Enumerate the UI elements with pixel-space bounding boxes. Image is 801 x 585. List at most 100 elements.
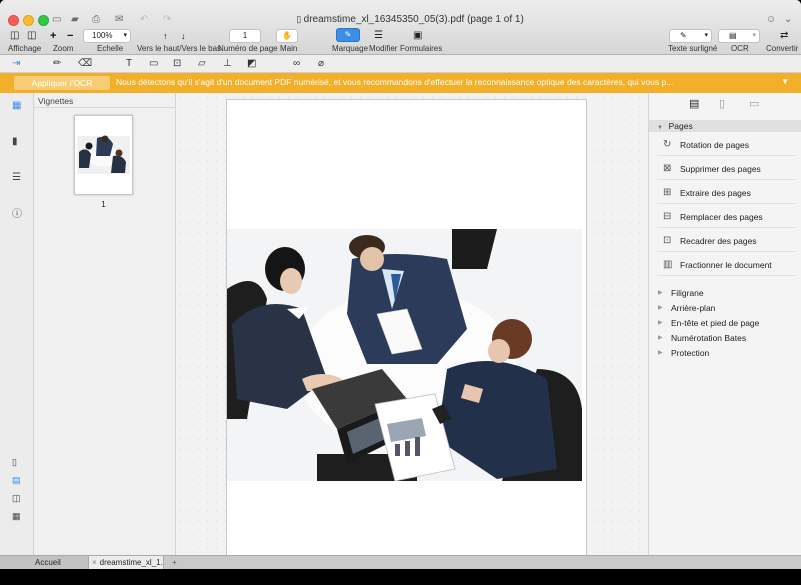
delete-pages-label: Supprimer des pages: [680, 164, 761, 174]
facing-continuous-icon[interactable]: ▦: [12, 510, 21, 522]
zoom-out-button[interactable]: −: [67, 30, 73, 42]
expand-icon[interactable]: ⌄: [784, 14, 792, 26]
tab-close-icon[interactable]: ×: [92, 558, 97, 567]
expand-triangle-icon: ▶: [658, 305, 663, 311]
document-tab-icon[interactable]: ▯: [719, 98, 725, 110]
watermark-section[interactable]: ▶ Filigrane: [657, 287, 704, 299]
tab-document[interactable]: × dreamstime_xl_1...: [88, 556, 164, 570]
text-box-icon[interactable]: ⊡: [173, 58, 181, 70]
tab-home[interactable]: Accueil: [0, 556, 88, 570]
close-window-button[interactable]: [8, 15, 19, 26]
hand-icon: ✋: [282, 31, 292, 40]
extract-pages-label: Extraire des pages: [680, 188, 751, 198]
extract-pages-button[interactable]: ⊞ Extraire des pages: [657, 182, 795, 204]
protection-section[interactable]: ▶ Protection: [657, 347, 709, 359]
replace-page-icon: ⊟: [663, 211, 672, 222]
facing-pages-icon[interactable]: ◫: [12, 492, 21, 504]
crop-pages-label: Recadrer des pages: [680, 236, 757, 246]
outline-list-icon[interactable]: ☰: [12, 172, 21, 184]
two-page-view-icon[interactable]: ◫: [27, 30, 36, 42]
split-document-label: Fractionner le document: [680, 260, 772, 270]
collapse-banner-icon[interactable]: ▼: [781, 77, 789, 86]
expand-triangle-icon: ▶: [658, 290, 663, 296]
apply-ocr-button[interactable]: Appliquer l'OCR: [14, 76, 110, 90]
rotate-pages-button[interactable]: ↻ Rotation de pages: [657, 134, 795, 156]
highlighter-icon: ✎: [680, 31, 687, 40]
header-footer-section[interactable]: ▶ En-tête et pied de page: [657, 317, 759, 329]
new-document-icon[interactable]: ▭: [52, 14, 61, 26]
ocr-button[interactable]: ▤ ▾: [718, 29, 760, 43]
chevron-down-icon: ▾: [752, 32, 756, 39]
expand-triangle-icon: ▶: [658, 335, 663, 341]
forms-icon[interactable]: ▣: [413, 30, 422, 42]
thumbnail-image: [75, 116, 132, 194]
link-icon[interactable]: ∞: [293, 58, 300, 70]
background-section[interactable]: ▶ Arrière-plan: [657, 302, 715, 314]
tab-document-label: dreamstime_xl_1...: [99, 558, 164, 567]
highlight-button[interactable]: ✎ ▾: [669, 29, 712, 43]
crop-pages-button[interactable]: ⊡ Recadrer des pages: [657, 230, 795, 252]
document-canvas[interactable]: [176, 93, 648, 556]
page-tools-tab-icon[interactable]: ▤: [689, 98, 699, 110]
page-up-button[interactable]: ↑: [163, 30, 168, 42]
print-icon[interactable]: ⎙: [92, 14, 100, 26]
page-down-button[interactable]: ↓: [181, 30, 186, 42]
account-icon[interactable]: ☺: [766, 14, 776, 26]
attachment-icon[interactable]: ⌀: [318, 58, 324, 70]
convert-icon[interactable]: ⇄: [780, 30, 788, 42]
tab-home-label: Accueil: [35, 558, 61, 567]
replace-pages-label: Remplacer des pages: [680, 212, 763, 222]
text-tool-icon[interactable]: T: [126, 58, 132, 70]
background-label: Arrière-plan: [671, 303, 716, 313]
zoom-select[interactable]: 100% ▾: [83, 29, 131, 43]
markup-button[interactable]: ✎: [336, 28, 360, 42]
mail-icon[interactable]: ✉: [115, 14, 123, 26]
zoom-window-button[interactable]: [38, 15, 49, 26]
hand-tool-button[interactable]: ✋: [276, 29, 298, 43]
single-page-icon[interactable]: ▯: [12, 456, 17, 468]
bates-numbering-label: Numérotation Bates: [671, 333, 747, 343]
page-thumbnail[interactable]: [74, 115, 133, 195]
window-title: ▯ dreamstime_xl_16345350_05(3).pdf (page…: [290, 14, 530, 25]
properties-tab-icon[interactable]: ▭: [749, 98, 759, 110]
protection-label: Protection: [671, 348, 710, 358]
forms-label: Formulaires: [400, 44, 443, 53]
open-folder-icon[interactable]: ▰: [71, 14, 79, 26]
sidebar-toggle-icon[interactable]: ⇥: [12, 58, 20, 70]
split-document-button[interactable]: ▥ Fractionner le document: [657, 254, 795, 276]
stamp-icon[interactable]: ⊥: [223, 58, 232, 70]
left-rail: ▦ ▮ ☰ ⓘ ▯ ▤ ◫ ▦: [0, 93, 34, 555]
delete-pages-button[interactable]: ⊠ Supprimer des pages: [657, 158, 795, 180]
new-tab-button[interactable]: +: [166, 556, 178, 570]
thumbnails-header: Vignettes: [34, 93, 176, 108]
extract-page-icon: ⊞: [663, 187, 672, 198]
pages-section-title: Pages: [668, 121, 693, 131]
rotate-pages-label: Rotation de pages: [680, 140, 749, 150]
comment-icon[interactable]: ▭: [149, 58, 158, 70]
page-number-input[interactable]: 1: [229, 29, 261, 43]
chevron-down-icon: ▾: [704, 32, 708, 39]
watermark-label: Filigrane: [671, 288, 704, 298]
continuous-page-icon[interactable]: ▤: [12, 474, 21, 486]
info-icon[interactable]: ⓘ: [12, 209, 22, 221]
delete-page-icon: ⊠: [663, 163, 672, 174]
app-window: ▭ ▰ ⎙ ✉ ↶ ↷ ▯ dreamstime_xl_16345350_05(…: [0, 0, 801, 585]
edit-icon[interactable]: ☰: [374, 30, 383, 42]
single-page-view-icon[interactable]: ◫: [10, 30, 19, 42]
nav-label: Vers le haut/Vers le bas: [137, 44, 222, 53]
eraser-icon[interactable]: ⌫: [78, 58, 92, 70]
callout-icon[interactable]: ▱: [198, 58, 206, 70]
pages-section-header[interactable]: ▼ Pages: [649, 120, 801, 132]
pencil-icon[interactable]: ✏: [53, 58, 61, 70]
bookmark-icon[interactable]: ▮: [12, 136, 18, 148]
replace-pages-button[interactable]: ⊟ Remplacer des pages: [657, 206, 795, 228]
convert-label: Convertir: [766, 44, 799, 53]
redo-icon[interactable]: ↷: [163, 14, 171, 26]
bates-numbering-section[interactable]: ▶ Numérotation Bates: [657, 332, 746, 344]
shapes-icon[interactable]: ◩: [247, 58, 256, 70]
thumbnails-panel-icon[interactable]: ▦: [12, 100, 21, 112]
minimize-window-button[interactable]: [23, 15, 34, 26]
zoom-in-button[interactable]: +: [50, 30, 56, 42]
bottom-border: [0, 569, 801, 585]
undo-icon[interactable]: ↶: [140, 14, 148, 26]
